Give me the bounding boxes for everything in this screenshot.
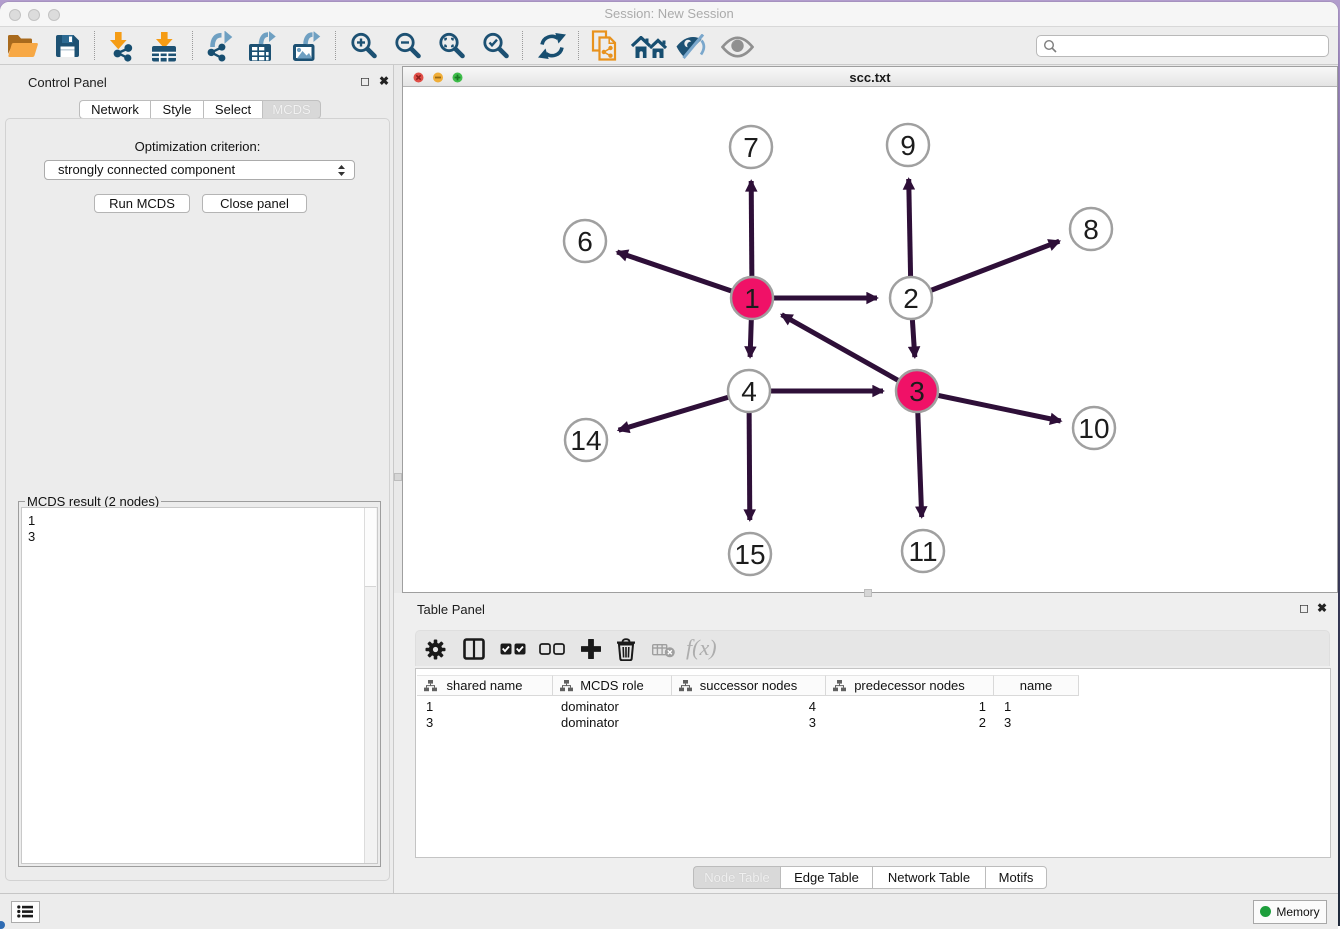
svg-text:3: 3 [909, 376, 925, 407]
svg-text:6: 6 [577, 226, 593, 257]
svg-text:4: 4 [741, 376, 757, 407]
svg-text:11: 11 [908, 536, 937, 567]
svg-text:10: 10 [1078, 413, 1109, 444]
svg-text:2: 2 [903, 283, 919, 314]
svg-text:14: 14 [570, 425, 601, 456]
svg-text:9: 9 [900, 130, 916, 161]
svg-text:7: 7 [743, 132, 759, 163]
svg-text:15: 15 [734, 539, 765, 570]
svg-text:8: 8 [1083, 214, 1099, 245]
svg-text:1: 1 [744, 283, 760, 314]
